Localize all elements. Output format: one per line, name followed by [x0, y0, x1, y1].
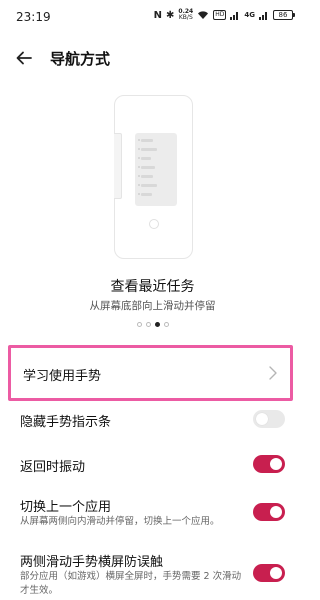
back-vibration-toggle[interactable]	[253, 455, 285, 473]
pager-dot[interactable]	[163, 322, 169, 327]
battery-icon: 86	[273, 10, 295, 20]
learn-gestures-item[interactable]: 学习使用手势	[8, 345, 293, 401]
pager-dot-active[interactable]	[154, 322, 160, 327]
header: 导航方式	[0, 40, 305, 76]
status-icons: N ✱ 0.24 KB/S HD 4G 86	[153, 9, 295, 21]
page-title: 导航方式	[50, 50, 111, 68]
demo-background-card	[114, 133, 122, 199]
setting-landscape-anti-mistouch: 两侧滑动手势横屏防误触 部分应用（如游戏）横屏全屏时，手势需要 2 次滑动才生效…	[0, 548, 305, 600]
chevron-right-icon	[269, 366, 277, 380]
network-speed: 0.24 KB/S	[178, 9, 193, 21]
speed-unit: KB/S	[178, 14, 193, 21]
status-bar: 23:19 N ✱ 0.24 KB/S HD 4G 86	[0, 0, 305, 34]
setting-back-vibration: 返回时振动	[0, 450, 305, 480]
signal-icon-2	[259, 12, 267, 20]
setting-description: 从屏幕两侧向内滑动并停留，切换上一个应用。	[20, 516, 220, 527]
hd-badge: HD	[213, 10, 227, 20]
demo-home-indicator	[149, 219, 159, 229]
demo-subtitle: 从屏幕底部向上滑动并停留	[89, 300, 216, 312]
setting-description: 部分应用（如游戏）横屏全屏时，手势需要 2 次滑动才生效。	[20, 571, 242, 596]
signal-icon	[230, 12, 239, 20]
setting-label: 两侧滑动手势横屏防误触	[20, 555, 164, 570]
demo-recent-card	[135, 133, 177, 206]
switch-previous-app-toggle[interactable]	[253, 503, 285, 521]
setting-label: 隐藏手势指示条	[20, 415, 112, 430]
bluetooth-icon: ✱	[166, 9, 175, 21]
setting-label: 切换上一个应用	[20, 500, 112, 515]
setting-label: 返回时振动	[20, 460, 86, 475]
learn-gestures-label: 学习使用手势	[23, 369, 102, 384]
pager-dot[interactable]	[136, 322, 142, 327]
hide-gesture-bar-toggle[interactable]	[253, 410, 285, 428]
setting-switch-previous-app: 切换上一个应用 从屏幕两侧向内滑动并停留，切换上一个应用。	[0, 493, 305, 539]
demo-pager	[0, 322, 305, 327]
demo-title: 查看最近任务	[110, 279, 195, 295]
nfc-icon: N	[153, 9, 163, 21]
wifi-icon	[198, 11, 209, 19]
setting-hide-gesture-bar: 隐藏手势指示条	[0, 405, 305, 435]
landscape-anti-mistouch-toggle[interactable]	[253, 564, 285, 582]
network-type: 4G	[244, 11, 255, 19]
back-arrow-icon[interactable]	[14, 48, 34, 68]
status-time: 23:19	[16, 10, 51, 24]
pager-dot[interactable]	[145, 322, 151, 327]
gesture-demo-illustration	[114, 95, 193, 259]
